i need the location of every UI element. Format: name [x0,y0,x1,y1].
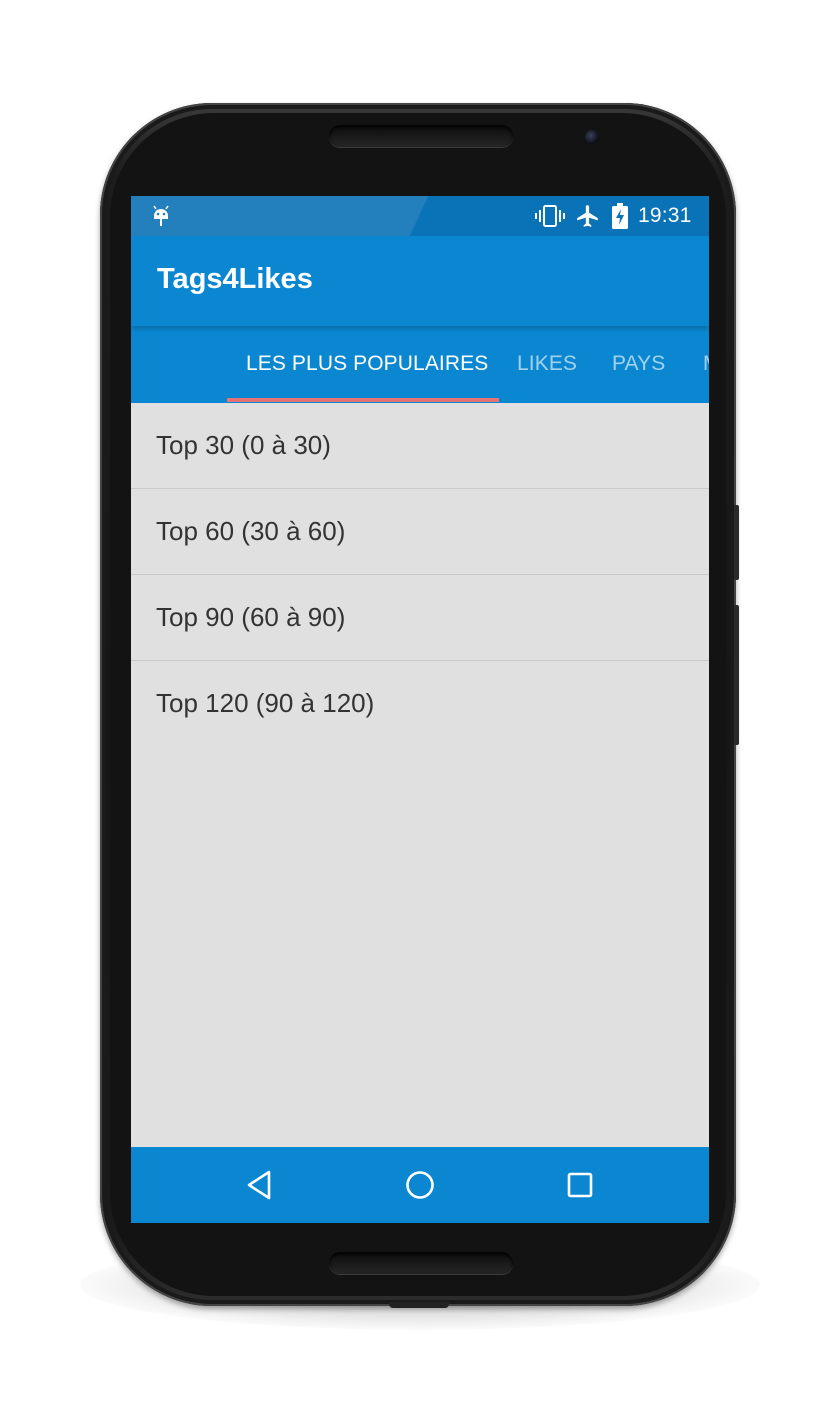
airplane-mode-icon [577,205,598,227]
navigation-bar [131,1147,709,1223]
list-item-top-60[interactable]: Top 60 (30 à 60) [131,489,709,575]
volume-button [734,605,739,745]
list-item-label: Top 30 (0 à 30) [156,430,331,460]
list-item-label: Top 120 (90 à 120) [156,688,375,718]
list-item-label: Top 90 (60 à 90) [156,602,346,632]
back-icon[interactable] [242,1167,278,1203]
app-title: Tags4Likes [157,263,313,295]
status-clock: 19:31 [638,204,692,227]
top-speaker [329,125,513,147]
list-item-top-30[interactable]: Top 30 (0 à 30) [131,403,709,489]
tab-pays[interactable]: PAYS [612,352,665,376]
bottom-speaker [329,1252,513,1274]
tab-bar: LES PLUS POPULAIRES LIKES PAYS M [131,326,709,403]
front-camera [585,130,599,144]
list-item-top-120[interactable]: Top 120 (90 à 120) [131,661,709,746]
top-list: Top 30 (0 à 30) Top 60 (30 à 60) Top 90 … [131,403,709,746]
vibrate-icon [535,205,565,227]
power-button [734,505,739,580]
recent-apps-icon[interactable] [562,1167,598,1203]
tab-indicator [227,398,499,402]
status-bar: 19:31 [131,196,709,236]
android-icon [153,205,169,226]
app-bar: Tags4Likes [131,236,709,326]
tab-overflow[interactable]: M [703,352,709,376]
battery-charging-icon [612,203,628,229]
list-item-top-90[interactable]: Top 90 (60 à 90) [131,575,709,661]
home-icon[interactable] [402,1167,438,1203]
screen: 19:31 Tags4Likes LES PLUS POPULAIRES LIK… [131,196,709,1223]
bottom-port [389,1302,449,1308]
tab-les-plus-populaires[interactable]: LES PLUS POPULAIRES [246,352,488,376]
tab-likes[interactable]: LIKES [517,352,577,376]
list-item-label: Top 60 (30 à 60) [156,516,346,546]
